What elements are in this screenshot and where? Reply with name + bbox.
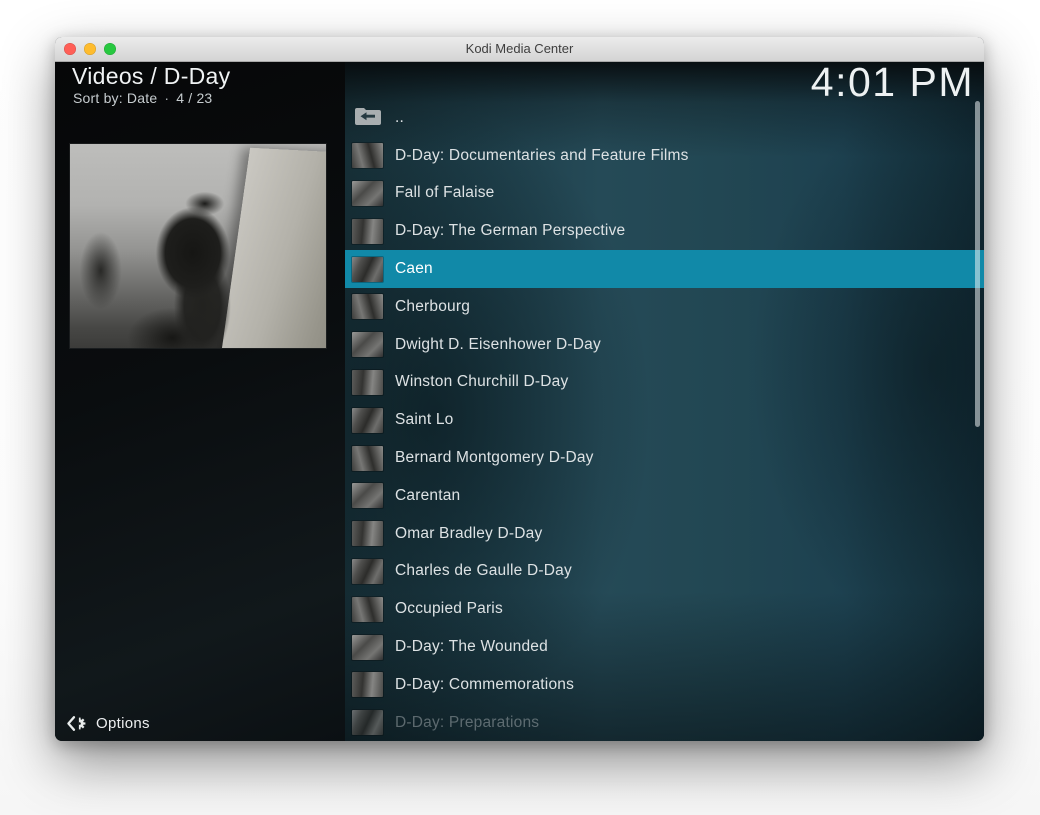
sort-by-label[interactable]: Sort by: Date <box>73 90 157 106</box>
minimize-window-button[interactable] <box>84 43 96 55</box>
list-item-label: D-Day: The Wounded <box>395 638 548 656</box>
options-button-label: Options <box>96 715 150 732</box>
list-item[interactable]: D-Day: The German Perspective <box>345 212 984 250</box>
list-item[interactable]: Fall of Falaise <box>345 175 984 213</box>
list-item-label: Winston Churchill D-Day <box>395 373 568 391</box>
scrollbar-thumb[interactable] <box>975 101 980 427</box>
window-content: Videos / D-Day Sort by: Date · 4 / 23 <box>55 62 984 741</box>
video-thumbnail <box>352 408 383 433</box>
list-item-label: Cherbourg <box>395 298 470 316</box>
left-info-panel: Videos / D-Day Sort by: Date · 4 / 23 <box>55 62 345 741</box>
list-item-label: D-Day: The German Perspective <box>395 222 625 240</box>
position-counter: 4 / 23 <box>176 90 212 106</box>
selected-item-preview-image <box>70 144 326 348</box>
video-thumbnail <box>352 370 383 395</box>
list-item[interactable]: Caen <box>345 250 984 288</box>
video-thumbnail <box>352 332 383 357</box>
list-item[interactable]: D-Day: Documentaries and Feature Films <box>345 137 984 175</box>
list-item[interactable]: Carentan <box>345 477 984 515</box>
list-item-label: .. <box>395 109 404 127</box>
kodi-window: Kodi Media Center Videos / D-Day Sort by… <box>55 37 984 741</box>
video-list-panel: 4:01 PM .. D-Day: Documentaries and Feat… <box>345 62 984 741</box>
sort-status-line: Sort by: Date · 4 / 23 <box>73 90 212 106</box>
video-thumbnail <box>352 446 383 471</box>
options-button[interactable]: Options <box>66 715 150 732</box>
list-item-label: Charles de Gaulle D-Day <box>395 562 572 580</box>
page-title: Videos / D-Day <box>72 63 230 90</box>
list-item[interactable]: Winston Churchill D-Day <box>345 364 984 402</box>
list-item-label: Bernard Montgomery D-Day <box>395 449 594 467</box>
list-item[interactable]: D-Day: The Wounded <box>345 628 984 666</box>
list-item[interactable]: D-Day: Preparations <box>345 704 984 741</box>
video-thumbnail <box>352 483 383 508</box>
video-thumbnail <box>352 294 383 319</box>
video-thumbnail <box>352 672 383 697</box>
video-thumbnail <box>352 635 383 660</box>
list-item-label: Carentan <box>395 487 460 505</box>
list-item-label: D-Day: Preparations <box>395 714 539 732</box>
list-item[interactable]: Occupied Paris <box>345 590 984 628</box>
close-window-button[interactable] <box>64 43 76 55</box>
list-item-label: D-Day: Commemorations <box>395 676 574 694</box>
list-item[interactable]: .. <box>345 99 984 137</box>
window-titlebar[interactable]: Kodi Media Center <box>55 37 984 62</box>
divider-dot: · <box>164 90 169 106</box>
video-thumbnail <box>352 219 383 244</box>
list-item-label: Saint Lo <box>395 411 453 429</box>
traffic-lights <box>64 43 116 55</box>
list-item-label: Omar Bradley D-Day <box>395 525 542 543</box>
list-item[interactable]: Cherbourg <box>345 288 984 326</box>
list-item[interactable]: Bernard Montgomery D-Day <box>345 439 984 477</box>
zoom-window-button[interactable] <box>104 43 116 55</box>
video-thumbnail <box>352 597 383 622</box>
list-item-label: Dwight D. Eisenhower D-Day <box>395 336 601 354</box>
list-item[interactable]: Omar Bradley D-Day <box>345 515 984 553</box>
window-title: Kodi Media Center <box>55 37 984 61</box>
folder-up-icon <box>352 106 383 130</box>
list-item-label: Caen <box>395 260 433 278</box>
video-thumbnail <box>352 559 383 584</box>
list-item[interactable]: Saint Lo <box>345 401 984 439</box>
list-item-label: Fall of Falaise <box>395 184 494 202</box>
list-item[interactable]: Dwight D. Eisenhower D-Day <box>345 326 984 364</box>
list-item-label: Occupied Paris <box>395 600 503 618</box>
clock-display: 4:01 PM <box>811 62 974 103</box>
video-list: .. D-Day: Documentaries and Feature Film… <box>345 99 984 741</box>
list-item[interactable]: D-Day: Commemorations <box>345 666 984 704</box>
preview-soldier-shape <box>140 184 260 348</box>
options-gear-icon <box>66 715 86 732</box>
video-thumbnail <box>352 143 383 168</box>
list-item-label: D-Day: Documentaries and Feature Films <box>395 147 689 165</box>
video-thumbnail <box>352 710 383 735</box>
video-thumbnail <box>352 257 383 282</box>
video-thumbnail <box>352 181 383 206</box>
video-thumbnail <box>352 521 383 546</box>
list-item[interactable]: Charles de Gaulle D-Day <box>345 553 984 591</box>
